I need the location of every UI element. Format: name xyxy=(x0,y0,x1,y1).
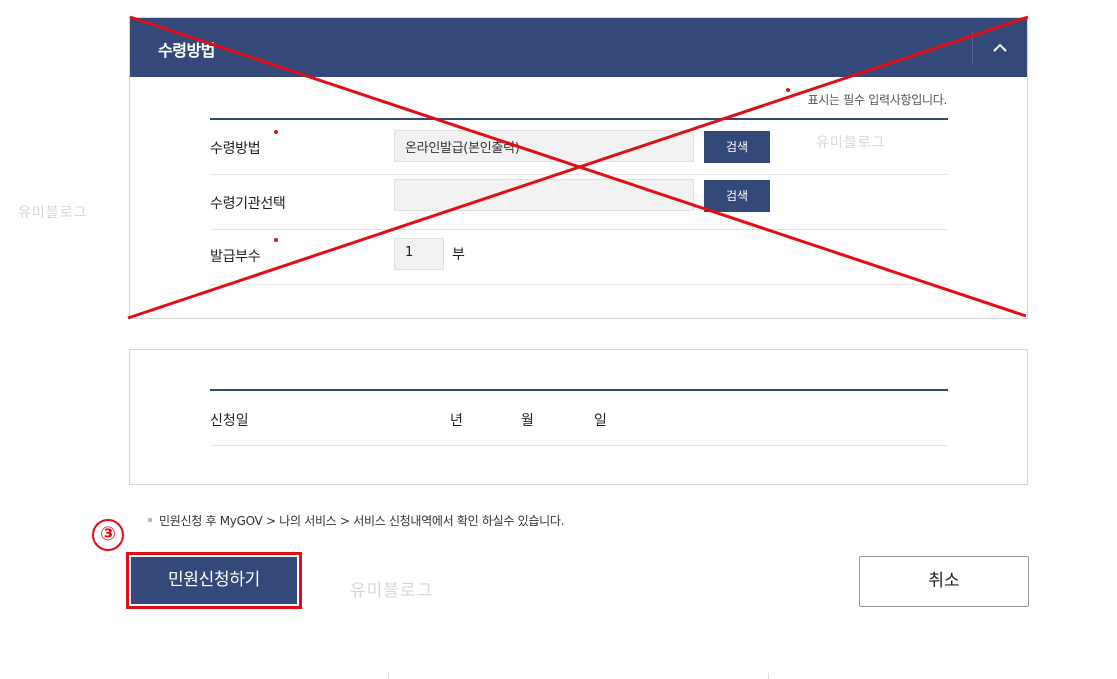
application-date-panel: 신청일 년 월 일 xyxy=(129,349,1028,485)
required-dot xyxy=(786,88,790,92)
submit-application-button[interactable]: 민원신청하기 xyxy=(131,557,297,604)
year-unit: 년 xyxy=(450,413,463,429)
receipt-agency-field[interactable] xyxy=(394,179,694,211)
application-date-label: 신청일 xyxy=(210,413,249,429)
panel-header: 수령방법 xyxy=(130,18,1027,77)
copies-unit: 부 xyxy=(452,247,465,263)
chevron-up-icon xyxy=(993,43,1007,52)
required-dot xyxy=(274,238,278,242)
form-row-receipt-agency: 수령기관선택 검색 xyxy=(210,175,948,230)
copies-input[interactable]: 1 xyxy=(394,238,444,270)
receipt-method-label: 수령방법 xyxy=(210,130,278,158)
info-text-content: 민원신청 후 MyGOV > 나의 서비스 > 서비스 신청내역에서 확인 하실… xyxy=(159,514,565,528)
day-unit: 일 xyxy=(594,413,607,429)
receipt-agency-label: 수령기관선택 xyxy=(210,196,286,212)
month-unit: 월 xyxy=(521,413,534,429)
watermark: 유미블로그 xyxy=(816,135,886,151)
panel-title: 수령방법 xyxy=(158,41,215,60)
copies-label-text: 발급부수 xyxy=(210,249,261,265)
cancel-button[interactable]: 취소 xyxy=(859,556,1029,607)
form-row-copies: 발급부수 1 부 xyxy=(210,230,948,285)
divider-tick xyxy=(388,673,389,679)
required-dot xyxy=(274,130,278,134)
receipt-method-search-button[interactable]: 검색 xyxy=(704,131,770,163)
collapse-button[interactable] xyxy=(973,18,1027,77)
receipt-method-panel: 수령방법 표시는 필수 입력사항입니다. 수령방법 온라인발급(본인출력) 검색… xyxy=(129,17,1028,319)
info-text: 민원신청 후 MyGOV > 나의 서비스 > 서비스 신청내역에서 확인 하실… xyxy=(148,512,564,529)
required-note: 표시는 필수 입력사항입니다. xyxy=(807,93,948,107)
receipt-agency-search-button[interactable]: 검색 xyxy=(704,180,770,212)
copies-label: 발급부수 xyxy=(210,238,278,266)
receipt-method-field[interactable]: 온라인발급(본인출력) xyxy=(394,130,694,162)
receipt-method-label-text: 수령방법 xyxy=(210,141,261,157)
step-number-badge: ③ xyxy=(92,519,124,551)
bullet-icon xyxy=(148,517,152,522)
divider-tick xyxy=(768,673,769,679)
watermark: 유미블로그 xyxy=(18,205,88,221)
application-date-row: 신청일 년 월 일 xyxy=(210,389,948,446)
watermark: 유미블로그 xyxy=(350,581,434,601)
